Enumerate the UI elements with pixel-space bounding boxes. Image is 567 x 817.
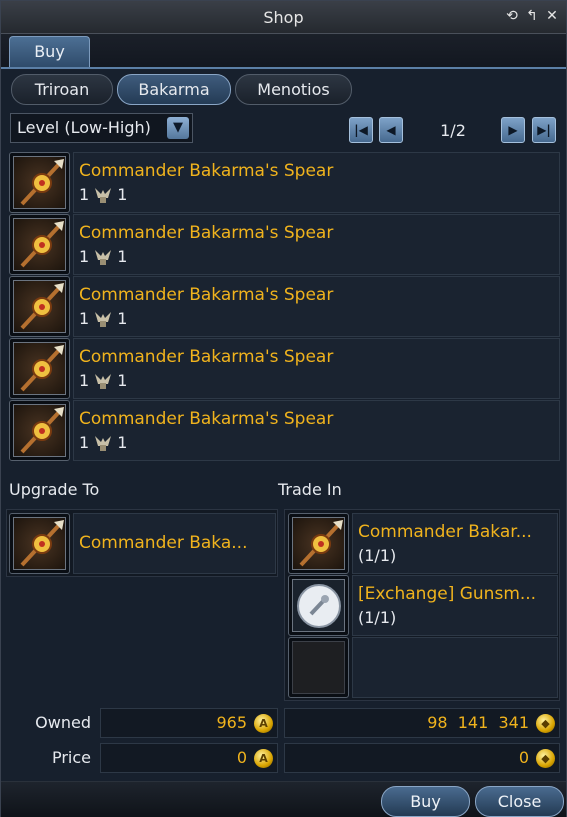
region-tabs: Triroan Bakarma Menotios [11, 74, 352, 105]
owned-right-field: 98 141 341 ◆ [284, 708, 560, 738]
tab-buy[interactable]: Buy [9, 36, 90, 68]
trade-item[interactable]: Commander Bakar... (1/1) [352, 513, 558, 574]
price-left-field: 0 A [100, 743, 278, 773]
item-name: Commander Bakarma's Spear [79, 223, 334, 243]
spear-icon [13, 156, 66, 209]
spear-icon [13, 342, 66, 395]
owned-left-field: 965 A [100, 708, 278, 738]
spear-icon [13, 404, 66, 457]
buy-button[interactable]: Buy [381, 786, 470, 817]
close-icon[interactable]: ✕ [544, 7, 560, 25]
list-item[interactable]: Commander Bakarma's Spear 1 1 [9, 213, 560, 275]
item-name: Commander Bakarma's Spear [79, 285, 334, 305]
close-button[interactable]: Close [475, 786, 564, 817]
item-count: 1 [79, 371, 90, 390]
spear-icon [13, 218, 66, 271]
item-slot[interactable] [9, 152, 70, 213]
exchange-token-icon [292, 579, 345, 632]
coin-icon: ◆ [536, 749, 555, 768]
item-name: Commander Bakarma's Spear [79, 347, 334, 367]
return-icon[interactable]: ↰ [524, 7, 540, 25]
upgrade-label: Upgrade To [9, 480, 100, 499]
title-bar[interactable]: Shop ⟲ ↰ ✕ [1, 1, 566, 34]
prev-page-button[interactable]: ◀ [379, 117, 403, 143]
chevron-down-icon[interactable]: ▼ [167, 117, 189, 139]
item-cost: 1 [117, 185, 128, 204]
trade-item[interactable]: [Exchange] Gunsm... (1/1) [352, 575, 558, 636]
item-count: 1 [79, 309, 90, 328]
item-cost: 1 [117, 309, 128, 328]
empty-slot [292, 641, 345, 694]
coin-icon: ◆ [536, 714, 555, 733]
tab-divider [1, 67, 566, 69]
first-page-button[interactable]: |◀ [349, 117, 373, 143]
upgrade-item[interactable]: Commander Baka... [73, 513, 276, 574]
window-title: Shop [263, 8, 304, 27]
medal-icon [95, 249, 112, 265]
medal-icon [95, 311, 112, 327]
list-item[interactable]: Commander Bakarma's Spear 1 1 [9, 337, 560, 399]
price-right-field: 0 ◆ [284, 743, 560, 773]
trade-item-count: (1/1) [358, 546, 397, 565]
item-slot[interactable] [9, 338, 70, 399]
last-page-button[interactable]: ▶| [532, 117, 556, 143]
list-item[interactable]: Commander Bakarma's Spear 1 1 [9, 399, 560, 461]
subtab-triroan[interactable]: Triroan [11, 74, 113, 105]
price-label: Price [51, 748, 91, 767]
trade-slot[interactable] [288, 575, 349, 636]
upgrade-item-name: Commander Baka... [79, 533, 248, 553]
item-cost: 1 [117, 433, 128, 452]
sort-label: Level (Low-High) [17, 118, 151, 137]
next-page-button[interactable]: ▶ [501, 117, 525, 143]
spear-icon [13, 517, 66, 570]
spear-icon [13, 280, 66, 333]
coin-icon: A [254, 749, 273, 768]
item-list: Commander Bakarma's Spear 1 1 Commander … [9, 151, 560, 461]
spear-icon [292, 517, 345, 570]
price-right-value: 0 [518, 748, 529, 767]
coin-icon: A [254, 714, 273, 733]
list-item[interactable]: Commander Bakarma's Spear 1 1 [9, 275, 560, 337]
medal-icon [95, 187, 112, 203]
subtab-menotios[interactable]: Menotios [235, 74, 352, 105]
item-slot[interactable] [9, 214, 70, 275]
item-name: Commander Bakarma's Spear [79, 409, 334, 429]
owned-left-value: 965 [216, 713, 247, 732]
trade-slot-empty[interactable] [288, 637, 349, 698]
medal-icon [95, 435, 112, 451]
price-left-value: 0 [236, 748, 247, 767]
subtab-bakarma[interactable]: Bakarma [117, 74, 231, 105]
item-cost: 1 [117, 371, 128, 390]
shop-window: Shop ⟲ ↰ ✕ Buy Triroan Bakarma Menotios … [0, 0, 567, 817]
trade-item-empty [352, 637, 558, 698]
medal-icon [95, 373, 112, 389]
item-cost: 1 [117, 247, 128, 266]
item-name: Commander Bakarma's Spear [79, 161, 334, 181]
item-count: 1 [79, 247, 90, 266]
item-count: 1 [79, 185, 90, 204]
item-count: 1 [79, 433, 90, 452]
trade-item-name: [Exchange] Gunsm... [358, 584, 537, 604]
trade-item-count: (1/1) [358, 608, 397, 627]
upgrade-slot[interactable] [9, 513, 70, 574]
trade-slot[interactable] [288, 513, 349, 574]
tab-bar: Buy [1, 34, 566, 68]
page-indicator: 1/2 [440, 121, 466, 140]
sort-dropdown[interactable]: Level (Low-High) ▼ [10, 113, 193, 143]
trade-item-name: Commander Bakar... [358, 522, 532, 542]
trade-label: Trade In [278, 480, 342, 499]
refresh-icon[interactable]: ⟲ [504, 7, 520, 25]
item-slot[interactable] [9, 276, 70, 337]
owned-label: Owned [35, 713, 91, 732]
item-slot[interactable] [9, 400, 70, 461]
list-item[interactable]: Commander Bakarma's Spear 1 1 [9, 151, 560, 213]
owned-right-value: 98 141 341 [427, 713, 529, 732]
